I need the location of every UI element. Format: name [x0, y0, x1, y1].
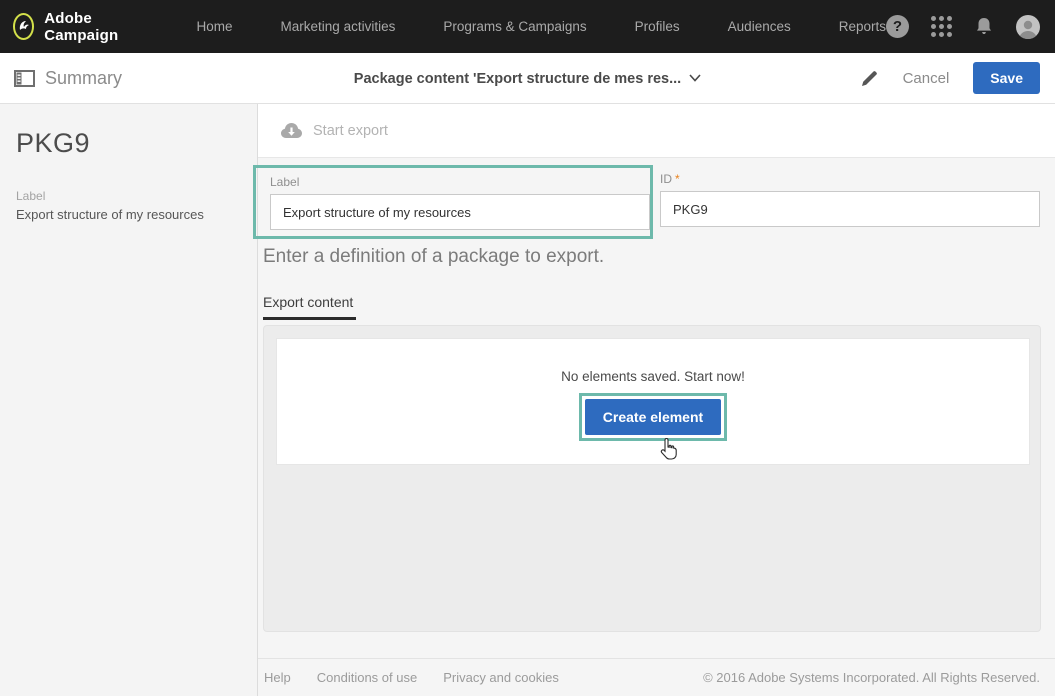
- footer-link-conditions[interactable]: Conditions of use: [317, 670, 417, 685]
- save-button[interactable]: Save: [973, 62, 1040, 94]
- label-field-group-highlighted: Label: [253, 165, 653, 239]
- package-description-text: Enter a definition of a package to expor…: [263, 246, 604, 268]
- nav-item-home[interactable]: Home: [197, 19, 233, 34]
- page-body: PKG9 Label Export structure of my resour…: [0, 104, 1055, 696]
- id-input[interactable]: [660, 191, 1040, 227]
- nav-item-audiences[interactable]: Audiences: [728, 19, 791, 34]
- copyright-text: © 2016 Adobe Systems Incorporated. All R…: [703, 670, 1040, 685]
- footer-link-privacy[interactable]: Privacy and cookies: [443, 670, 559, 685]
- brand-name: Adobe Campaign: [44, 10, 138, 44]
- adobe-campaign-logo-icon: [13, 13, 34, 40]
- page-footer: Help Conditions of use Privacy and cooki…: [258, 658, 1055, 696]
- brand[interactable]: Adobe Campaign: [13, 10, 139, 44]
- id-field-group: ID*: [660, 172, 1040, 227]
- main-content: Start export Label ID* Enter a definitio…: [258, 104, 1055, 696]
- nav-item-reports[interactable]: Reports: [839, 19, 886, 34]
- action-bar-buttons: Cancel Save: [860, 62, 1040, 94]
- start-export-label: Start export: [313, 123, 388, 139]
- export-content-panel: No elements saved. Start now! Create ele…: [263, 325, 1041, 632]
- nav-item-marketing-activities[interactable]: Marketing activities: [281, 19, 396, 34]
- label-input[interactable]: [270, 194, 650, 230]
- create-element-button[interactable]: Create element: [585, 399, 721, 435]
- cloud-download-icon: [280, 121, 303, 140]
- nav-item-programs-campaigns[interactable]: Programs & Campaigns: [443, 19, 586, 34]
- id-field-caption: ID*: [660, 172, 1040, 186]
- cancel-button[interactable]: Cancel: [903, 70, 950, 87]
- action-bar: Summary Package content 'Export structur…: [0, 53, 1055, 104]
- sidebar-label-caption: Label: [16, 189, 241, 203]
- tab-active-underline: [263, 317, 356, 320]
- top-navigation-bar: Adobe Campaign Home Marketing activities…: [0, 0, 1055, 53]
- hand-cursor-icon: [659, 437, 679, 466]
- edit-pencil-icon[interactable]: [860, 69, 879, 88]
- empty-state-message: No elements saved. Start now!: [277, 369, 1029, 384]
- tab-export-content[interactable]: Export content: [263, 294, 356, 320]
- chevron-down-icon: [689, 70, 701, 86]
- required-asterisk: *: [675, 172, 680, 186]
- footer-link-help[interactable]: Help: [264, 670, 291, 685]
- footer-links: Help Conditions of use Privacy and cooki…: [264, 670, 559, 685]
- primary-nav: Home Marketing activities Programs & Cam…: [197, 19, 886, 34]
- actions-toolbar: Start export: [258, 104, 1055, 158]
- tab-label: Export content: [263, 294, 356, 310]
- apps-grid-icon[interactable]: [931, 16, 952, 37]
- create-element-highlight-frame: Create element: [579, 393, 727, 441]
- summary-sidebar: PKG9 Label Export structure of my resour…: [0, 104, 258, 696]
- package-title-text: Package content 'Export structure de mes…: [354, 71, 681, 87]
- label-field-caption: Label: [270, 175, 650, 189]
- adobe-campaign-app: Adobe Campaign Home Marketing activities…: [0, 0, 1055, 696]
- start-export-button[interactable]: Start export: [280, 121, 388, 140]
- topnav-icons: ?: [886, 15, 1040, 39]
- user-avatar[interactable]: [1016, 15, 1040, 39]
- empty-state-card: No elements saved. Start now! Create ele…: [276, 338, 1030, 465]
- nav-item-profiles[interactable]: Profiles: [635, 19, 680, 34]
- sidebar-label-value: Export structure of my resources: [16, 207, 241, 222]
- package-id-heading: PKG9: [16, 128, 241, 159]
- help-icon[interactable]: ?: [886, 15, 909, 38]
- notifications-bell-icon[interactable]: [974, 16, 994, 38]
